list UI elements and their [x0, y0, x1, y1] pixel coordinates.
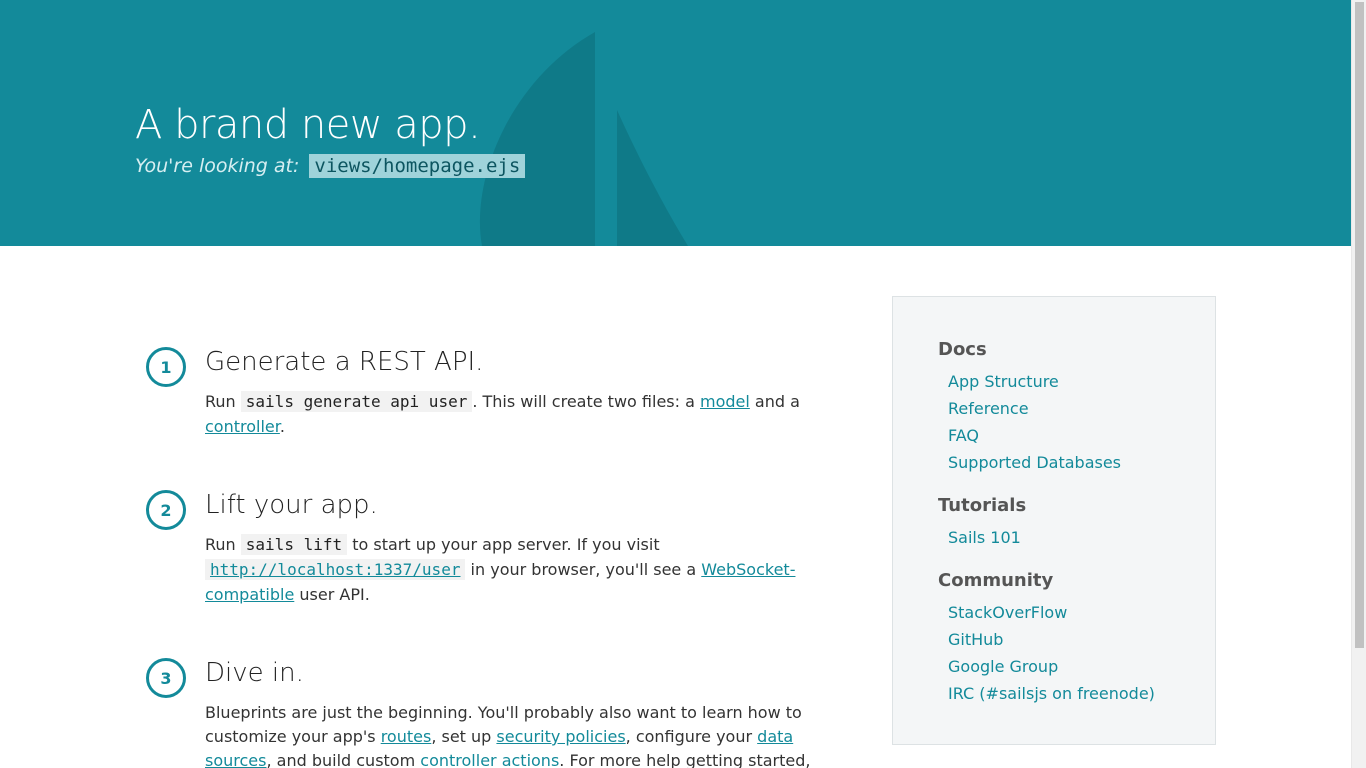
sailboat-logo-icon: [479, 32, 688, 246]
step-title: Lift your app.: [205, 490, 378, 520]
text-end: user API.: [299, 585, 370, 604]
step-number-badge: 2: [146, 490, 186, 530]
step-number-badge: 1: [146, 347, 186, 387]
step-description: Run sails generate api user. This will c…: [205, 389, 815, 439]
file-path: views/homepage.ejs: [309, 154, 526, 178]
controller-link[interactable]: controller: [205, 417, 280, 436]
text-middle2: in your browser, you'll see a: [470, 560, 697, 579]
command-code: sails generate api user: [240, 391, 473, 412]
routes-link[interactable]: routes: [381, 727, 432, 746]
step-description: Blueprints are just the beginning. You'l…: [205, 701, 825, 768]
vertical-scrollbar[interactable]: [1351, 0, 1366, 768]
text-middle: to start up your app server. If you visi…: [352, 535, 660, 554]
sidebar-link-irc[interactable]: IRC (#sailsjs on freenode): [948, 684, 1155, 703]
text-end: .: [279, 417, 285, 436]
step-title: Generate a REST API.: [205, 347, 484, 377]
sidebar-link-supported-databases[interactable]: Supported Databases: [948, 453, 1121, 472]
command-code: sails lift: [240, 534, 348, 555]
page-title: A brand new app.: [135, 102, 481, 148]
url-code: http://localhost:1337/user: [205, 559, 466, 580]
sidebar-link-reference[interactable]: Reference: [948, 399, 1029, 418]
text-and-build: , and build custom: [266, 751, 416, 768]
model-link[interactable]: model: [700, 392, 750, 411]
sidebar-heading-docs: Docs: [938, 339, 987, 360]
subtitle-prefix: You're looking at:: [135, 155, 300, 177]
step-description: Run sails lift to start up your app serv…: [205, 532, 815, 607]
page-subtitle: You're looking at: views/homepage.ejs: [135, 154, 526, 178]
scrollbar-thumb[interactable]: [1355, 2, 1364, 648]
text-middle: . This will create two files: a: [472, 392, 695, 411]
sidebar-link-app-structure[interactable]: App Structure: [948, 372, 1059, 391]
sidebar-link-stackoverflow[interactable]: StackOverFlow: [948, 603, 1067, 622]
sidebar-link-github[interactable]: GitHub: [948, 630, 1003, 649]
sidebar-heading-community: Community: [938, 570, 1054, 591]
text-run: Run: [205, 535, 236, 554]
step-number-badge: 3: [146, 658, 186, 698]
security-policies-link[interactable]: security policies: [496, 727, 625, 746]
sidebar-link-sails-101[interactable]: Sails 101: [948, 528, 1021, 547]
sidebar-links-panel: Docs App Structure Reference FAQ Support…: [892, 296, 1216, 745]
text-run: Run: [205, 392, 236, 411]
text-and: and a: [754, 392, 800, 411]
sidebar-link-google-group[interactable]: Google Group: [948, 657, 1058, 676]
text-configure: , configure your: [625, 727, 753, 746]
hero-banner: A brand new app. You're looking at: view…: [0, 0, 1351, 246]
localhost-url-link[interactable]: http://localhost:1337/user: [205, 559, 466, 580]
controller-actions-link[interactable]: controller actions: [420, 751, 559, 768]
sidebar-heading-tutorials: Tutorials: [938, 495, 1027, 516]
text-set-up: , set up: [431, 727, 492, 746]
sidebar-link-faq[interactable]: FAQ: [948, 426, 979, 445]
step-title: Dive in.: [205, 658, 304, 688]
